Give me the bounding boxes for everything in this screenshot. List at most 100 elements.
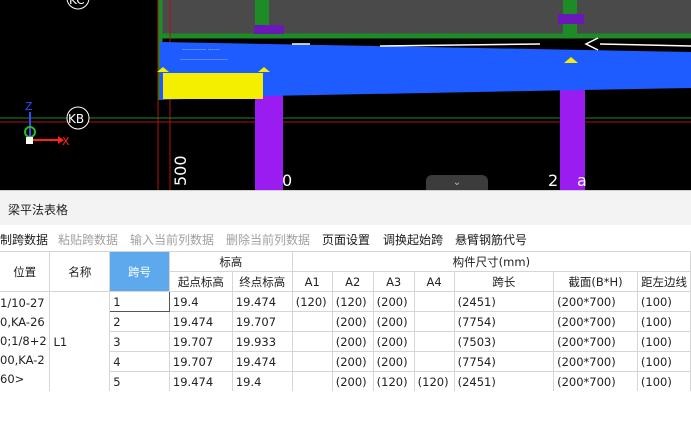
page-setup-button[interactable]: 页面设置 — [322, 231, 370, 248]
cell-dist-left-edge[interactable]: (100) — [636, 351, 691, 372]
cell-start-elev[interactable]: 19.707 — [168, 331, 233, 352]
cell-span-length[interactable]: (7503) — [453, 331, 555, 352]
cell-span-no[interactable]: 2 — [109, 311, 170, 332]
cell-span-no[interactable]: 4 — [109, 351, 170, 372]
cell-end-elev[interactable]: 19.474 — [231, 351, 293, 372]
cell-span-length[interactable]: (7754) — [453, 351, 555, 372]
delete-column-data-button[interactable]: 删除当前列数据 — [226, 231, 310, 248]
cell-a4[interactable] — [413, 291, 455, 312]
header-section: 截面(B*H) — [553, 271, 638, 292]
cell-end-elev[interactable]: 19.933 — [231, 331, 293, 352]
cell-a1[interactable] — [291, 371, 333, 391]
selected-span-yellow — [163, 73, 263, 99]
beam-table[interactable]: 位置 名称 跨号 标高 构件尺寸(mm) 起点标高 终点标高 A1 A2 A3 … — [0, 251, 691, 391]
cell-beam-name[interactable]: L1 — [49, 291, 111, 391]
header-a1: A1 — [291, 271, 333, 292]
cell-section[interactable]: (200*700) — [553, 371, 638, 391]
position-line: 1/10-27 — [0, 296, 45, 310]
cell-a2[interactable]: (200) — [331, 351, 374, 372]
cell-a4[interactable] — [413, 351, 455, 372]
cell-a2[interactable]: (200) — [331, 311, 374, 332]
cell-a3[interactable]: (200) — [372, 311, 415, 332]
cell-a1[interactable] — [291, 311, 333, 332]
paste-span-data-button[interactable]: 粘贴跨数据 — [58, 231, 118, 248]
header-a2: A2 — [331, 271, 374, 292]
position-line: 0,KA-26 — [0, 315, 45, 329]
cell-span-no[interactable]: 3 — [109, 331, 170, 352]
beam-arrow-head — [584, 37, 599, 51]
panel-title-bar: 梁平法表格 — [0, 190, 691, 226]
cell-a3[interactable]: (200) — [372, 331, 415, 352]
beam-annotation-text-2: …………………… — [180, 55, 228, 62]
chevron-down-icon: ⌄ — [452, 177, 462, 188]
panel-collapse-tab[interactable]: ⌄ — [426, 175, 488, 190]
gizmo-x-label: X — [62, 135, 70, 148]
dimension-text-right: 2 — [548, 171, 558, 190]
cantilever-rebar-code-button[interactable]: 悬臂钢筋代号 — [455, 231, 527, 248]
beam-arrow-line — [379, 43, 541, 47]
column-cap-left — [254, 25, 284, 34]
cell-dist-left-edge[interactable]: (100) — [636, 371, 691, 391]
cell-start-elev[interactable]: 19.4 — [168, 291, 233, 312]
position-line: 00,KA-2 — [0, 353, 45, 367]
cell-end-elev[interactable]: 19.474 — [231, 291, 293, 312]
position-line: 0;1/8+2 — [0, 334, 47, 348]
cell-a3[interactable]: (120) — [372, 371, 415, 391]
input-column-data-button[interactable]: 输入当前列数据 — [130, 231, 214, 248]
cell-section[interactable]: (200*700) — [553, 311, 638, 332]
cell-a2[interactable]: (120) — [331, 291, 374, 312]
table-toolbar: 制跨数据 粘贴跨数据 输入当前列数据 删除当前列数据 页面设置 调换起始跨 悬臂… — [0, 225, 691, 251]
column-left — [255, 95, 283, 190]
cell-a1[interactable] — [291, 331, 333, 352]
cell-a2[interactable]: (200) — [331, 371, 374, 391]
cell-start-elev[interactable]: 19.707 — [168, 351, 233, 372]
cell-end-elev[interactable]: 19.4 — [231, 371, 293, 391]
axis-label-kb: KB — [68, 112, 84, 126]
cell-a3[interactable]: (200) — [372, 351, 415, 372]
cell-span-no[interactable]: 1 — [109, 291, 170, 312]
dimension-text-right-2: a — [577, 171, 587, 190]
beam-annotation-text: ………… …… — [182, 45, 220, 52]
cell-a4[interactable]: (120) — [413, 371, 455, 391]
cell-a2[interactable]: (200) — [331, 331, 374, 352]
cell-a4[interactable] — [413, 311, 455, 332]
cell-section[interactable]: (200*700) — [553, 291, 638, 312]
cell-span-length[interactable]: (2451) — [453, 291, 555, 312]
cell-span-no[interactable]: 5 — [109, 371, 170, 391]
panel-title: 梁平法表格 — [8, 203, 69, 217]
swap-start-span-button[interactable]: 调换起始跨 — [383, 231, 443, 248]
dimension-text-mid: 0 — [282, 171, 292, 190]
header-span-no[interactable]: 跨号 — [109, 251, 170, 292]
cell-start-elev[interactable]: 19.474 — [168, 311, 233, 332]
cell-section[interactable]: (200*700) — [553, 351, 638, 372]
cell-a4[interactable] — [413, 331, 455, 352]
header-a4: A4 — [413, 271, 455, 292]
header-component-size: 构件尺寸(mm) — [291, 251, 691, 272]
cell-section[interactable]: (200*700) — [553, 331, 638, 352]
cell-a1[interactable]: (120) — [291, 291, 333, 312]
copy-span-data-button[interactable]: 制跨数据 — [0, 231, 48, 248]
table-row[interactable]: 1/10-27 0,KA-26 0;1/8+2 00,KA-2 60> L1 1… — [0, 291, 691, 391]
header-start-elev: 起点标高 — [168, 271, 233, 292]
column-cap-right — [558, 14, 584, 24]
header-position: 位置 — [0, 251, 51, 292]
floor-slab — [160, 0, 691, 38]
axis-label-kc: KC — [69, 0, 85, 7]
header-span-length: 跨长 — [453, 271, 555, 292]
cell-dist-left-edge[interactable]: (100) — [636, 311, 691, 332]
viewport-canvas[interactable]: ………… …… …………………… KC KB 500 0 2 a Z X — [0, 0, 691, 190]
cell-start-elev[interactable]: 19.474 — [168, 371, 233, 391]
cell-a3[interactable]: (200) — [372, 291, 415, 312]
cell-span-length[interactable]: (7754) — [453, 311, 555, 332]
header-elevation: 标高 — [168, 251, 293, 272]
cell-a1[interactable] — [291, 351, 333, 372]
position-line: 60> — [0, 372, 25, 386]
gizmo-z-label: Z — [25, 100, 33, 113]
cell-position[interactable]: 1/10-27 0,KA-26 0;1/8+2 00,KA-2 60> — [0, 291, 51, 391]
cell-dist-left-edge[interactable]: (100) — [636, 291, 691, 312]
cell-end-elev[interactable]: 19.707 — [231, 311, 293, 332]
beam-arrow-line-2 — [599, 43, 691, 47]
cell-span-length[interactable]: (2451) — [453, 371, 555, 391]
cell-dist-left-edge[interactable]: (100) — [636, 331, 691, 352]
cad-3d-viewport[interactable]: ………… …… …………………… KC KB 500 0 2 a Z X ⌄ — [0, 0, 691, 190]
